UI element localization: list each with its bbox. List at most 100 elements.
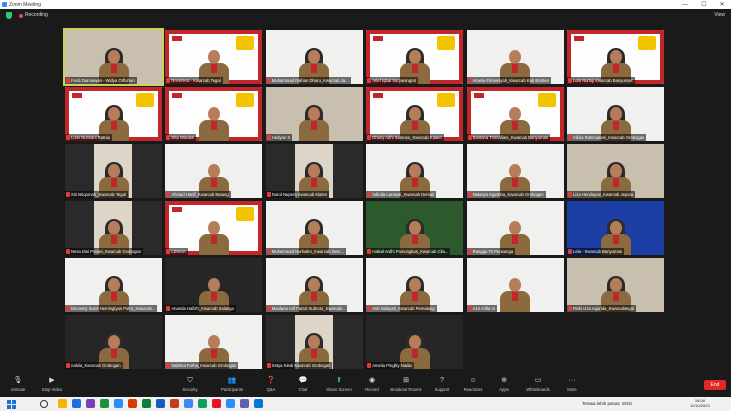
participant-tile[interactable]: Arief Iqbal Suryaningrat (366, 30, 464, 84)
participant-tile[interactable]: Ahmad Hanif_Kwarcab Batang (165, 144, 263, 198)
face-shape (609, 221, 622, 235)
participant-tile[interactable]: nabila_Kwarcab Grobogan (65, 315, 162, 369)
taskbar-app-icon[interactable] (156, 399, 165, 408)
scarf-shape (612, 178, 619, 187)
breakout-button[interactable]: ⊞ Breakout Rooms (386, 377, 426, 395)
face-shape (609, 107, 622, 121)
more-button[interactable]: ··· More (552, 377, 592, 395)
scarf-shape (311, 64, 318, 73)
participant-tile[interactable]: Santana Trisnafiani_Kwarcab Banyumas (466, 87, 564, 141)
system-clock[interactable]: 16:08 11/10/2023 (690, 398, 710, 408)
taskbar-app-icon[interactable] (184, 399, 193, 408)
participant-tile[interactable]: Lela - Kwarcab Banyumas (567, 201, 664, 255)
participant-tile[interactable]: Maulana Arif Faizal Subroto_Kwarcab... (265, 258, 363, 312)
scarf-shape (411, 349, 418, 358)
participant-tile[interactable]: Sabrina Farha_Kwarcab Grobogan (165, 315, 263, 369)
participant-tile[interactable]: Rangga Tri Purwanga (466, 201, 564, 255)
participant-tile[interactable]: Devanny Surel Herningtyas Putra_Kwarcab.… (65, 258, 162, 312)
weather-status[interactable]: Terasa lebih panas ENG (582, 401, 632, 406)
participants-button[interactable]: 👥 Participants (212, 377, 252, 395)
face-shape (408, 221, 421, 235)
participant-tile[interactable]: RAHMAN - Kwarcab Tegal (165, 30, 263, 84)
taskbar-app-icon[interactable] (198, 399, 207, 408)
participant-tile[interactable]: Nurul Nupera Kwarcab Klaten (265, 144, 363, 198)
participant-tile[interactable]: Amelia Fitriansyah_Kwarcab Kab Brebes (466, 30, 564, 84)
mic-muted-icon (166, 135, 171, 140)
scarf-shape (512, 121, 519, 130)
participant-name: A12 mifta m (466, 305, 497, 312)
mic-muted-icon (367, 249, 372, 254)
participant-video (198, 219, 229, 255)
taskbar-app-icon[interactable] (128, 399, 137, 408)
participant-tile[interactable]: Lumi Nurviani Ratnia (65, 87, 162, 141)
face-shape (509, 107, 522, 121)
participant-name: Sabrina Farha_Kwarcab Grobogan (165, 362, 239, 369)
view-button[interactable]: View (714, 12, 725, 18)
participant-tile[interactable]: A12 mifta m (466, 258, 564, 312)
participant-tile[interactable]: Amelia Pinglky Nadia (366, 315, 464, 369)
participant-tile[interactable]: LENIVA (165, 201, 263, 255)
taskbar-app-icon[interactable] (142, 399, 151, 408)
participant-tile[interactable]: Dhany Adhi Santoso_Kwarcab Klaten (366, 87, 464, 141)
security-button[interactable]: ⛉ Security (170, 377, 210, 395)
participant-tile[interactable]: Muhammad Raihan Dharu_Kwarcab Ja... (265, 30, 363, 84)
scarf-shape (110, 292, 117, 301)
participant-tile[interactable]: Natasya Agustina_Kwarcab Grobogan (466, 144, 564, 198)
participant-tile[interactable]: Muhammad Nurhalim_Kwarcab Dem... (265, 201, 363, 255)
participant-name: Lumi Nurviani Ratnia (65, 134, 112, 141)
taskbar-app-icon[interactable] (72, 399, 81, 408)
logo-mark (172, 207, 183, 212)
whiteboards-icon: ▭ (534, 377, 542, 384)
taskbar-app-icon[interactable] (226, 399, 235, 408)
maximize-button[interactable]: ☐ (695, 0, 713, 9)
end-meeting-button[interactable]: End (704, 380, 726, 390)
taskbar-app-icon[interactable] (240, 399, 249, 408)
taskbar-app-icon[interactable] (212, 399, 221, 408)
participant-tile[interactable]: Ananda Hafizh_Kwarcab Salatiga (165, 258, 263, 312)
chat-button[interactable]: 💬 Chat (283, 377, 323, 395)
logo-mark (72, 93, 82, 98)
participant-tile[interactable]: Dita Windari (165, 87, 263, 141)
participant-tile[interactable]: Lela Nurfuji Kwarcab Banyumas (567, 30, 664, 84)
chat-label: Chat (298, 387, 308, 392)
support-label: Support (434, 387, 450, 392)
close-button[interactable]: ✕ (713, 0, 731, 9)
scarf-shape (210, 178, 217, 187)
participant-name: Vikha Rahmadani_Kwarcab Grobogan (567, 134, 647, 141)
participant-tile[interactable]: Liza Hendayati_Kwarcab Jepara (567, 144, 664, 198)
participant-tile[interactable]: Rizki Izza Aqarida_Kwarcabtegal (567, 258, 664, 312)
mic-muted-icon (367, 306, 372, 311)
taskbar-app-icon[interactable] (254, 399, 263, 408)
participant-tile[interactable]: Adinda Larasati_Kwarcab Demak (366, 144, 464, 198)
scarf-shape (110, 235, 117, 244)
participant-tile[interactable]: Haikal Ardhi Pamungkas_Kwarcab Cila... (366, 201, 464, 255)
participant-tile[interactable]: Ferdi Darmawan - Widya Orfluhan (63, 28, 164, 86)
face-shape (107, 164, 120, 178)
face-shape (509, 50, 522, 64)
participant-tile[interactable]: Hedyne S (265, 87, 363, 141)
windows-start-icon[interactable] (7, 400, 16, 409)
mic-muted-icon (266, 192, 271, 197)
minimize-button[interactable]: — (676, 0, 694, 9)
scarf-shape (311, 235, 318, 244)
taskbar-app-icon[interactable] (114, 399, 123, 408)
participant-tile[interactable]: Anti Hidayah_Kwarcab Pemalang (366, 258, 464, 312)
face-shape (308, 221, 321, 235)
recording-label[interactable]: Recording (25, 12, 48, 18)
taskbar-app-icon[interactable] (170, 399, 179, 408)
participant-tile[interactable]: Vikha Rahmadani_Kwarcab Grobogan (567, 87, 664, 141)
participant-tile[interactable]: Siti Istiqomah_Kwarcab Tegal (65, 144, 162, 198)
participant-tile[interactable]: Setya Nindi Kwarcab Grobogan (265, 315, 363, 369)
mic-muted-icon (166, 363, 171, 368)
search-icon[interactable] (40, 400, 48, 408)
taskbar-app-icon[interactable] (86, 399, 95, 408)
participant-name: Liza Hendayati_Kwarcab Jepara (567, 191, 636, 198)
video-button[interactable]: ▶ Stop Video (32, 377, 72, 395)
event-logo (537, 93, 556, 107)
taskbar-app-icon[interactable] (58, 399, 67, 408)
security-label: Security (182, 387, 198, 392)
participant-name: Muhammad Nurhalim_Kwarcab Dem... (265, 248, 346, 255)
taskbar-app-icon[interactable] (100, 399, 109, 408)
shield-icon[interactable] (6, 12, 12, 19)
participant-tile[interactable]: Nesa Dwi Pratiwi_Kwarcab Grobogan (65, 201, 162, 255)
